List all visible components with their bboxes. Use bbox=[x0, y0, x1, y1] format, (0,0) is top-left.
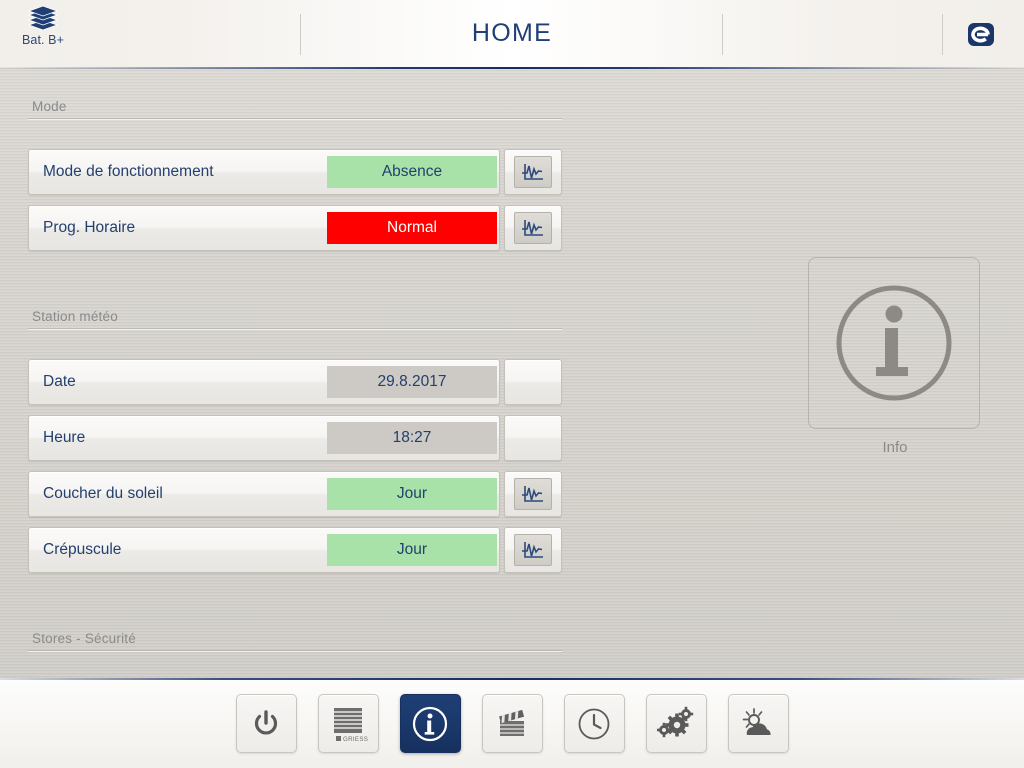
row-chart-cell bbox=[504, 415, 562, 461]
row-chart-cell bbox=[504, 359, 562, 405]
gap-after-weather-title bbox=[28, 329, 562, 359]
table-row[interactable]: Date 29.8.2017 bbox=[28, 359, 562, 405]
row-label: Coucher du soleil bbox=[43, 485, 163, 502]
nav-power-button[interactable] bbox=[235, 694, 297, 753]
trend-chart-icon bbox=[522, 164, 543, 180]
svg-text:GRIESSER: GRIESSER bbox=[343, 736, 368, 743]
row-date[interactable]: Date 29.8.2017 bbox=[28, 359, 500, 405]
top-spacer bbox=[28, 69, 562, 99]
info-icon bbox=[412, 706, 448, 741]
e-logo-icon[interactable] bbox=[966, 21, 996, 48]
bottom-navigation-bar: GRIESSER bbox=[0, 678, 1024, 768]
gap-before-stores bbox=[28, 583, 562, 631]
row-chart-cell[interactable] bbox=[504, 149, 562, 195]
row-chart-cell[interactable] bbox=[504, 527, 562, 573]
info-tile-button[interactable] bbox=[808, 257, 980, 429]
row-prog-horaire[interactable]: Prog. Horaire Normal bbox=[28, 205, 500, 251]
table-row[interactable]: Mode de fonctionnement Absence bbox=[28, 149, 562, 195]
row-value: Jour bbox=[327, 478, 497, 510]
row-label: Prog. Horaire bbox=[43, 219, 136, 236]
gap-before-weather bbox=[28, 261, 562, 309]
section-title-stores-securite: Stores - Sécurité bbox=[28, 631, 562, 651]
row-value: 29.8.2017 bbox=[327, 366, 497, 398]
gap-after-stores-title bbox=[28, 651, 562, 678]
row-chart-cell[interactable] bbox=[504, 205, 562, 251]
clapperboard-icon bbox=[499, 709, 525, 736]
app-window: Bat. B+ HOME Mode Mode de fonctionnement… bbox=[0, 0, 1024, 768]
row-heure[interactable]: Heure 18:27 bbox=[28, 415, 500, 461]
row-coucher-du-soleil[interactable]: Coucher du soleil Jour bbox=[28, 471, 500, 517]
row-value: 18:27 bbox=[327, 422, 497, 454]
info-tile-label: Info bbox=[882, 439, 908, 456]
power-icon bbox=[254, 709, 278, 735]
row-crepuscule[interactable]: Crépuscule Jour bbox=[28, 527, 500, 573]
trend-chart-button[interactable] bbox=[514, 212, 552, 244]
page-title: HOME bbox=[471, 19, 553, 47]
settings-list: Mode Mode de fonctionnement Absence Prog… bbox=[28, 69, 562, 678]
main-content: Mode Mode de fonctionnement Absence Prog… bbox=[0, 69, 1024, 678]
table-row[interactable]: Crépuscule Jour bbox=[28, 527, 562, 573]
info-tile-container: Info bbox=[808, 257, 982, 456]
trend-chart-icon bbox=[522, 542, 543, 558]
info-circle-icon bbox=[836, 285, 952, 401]
trend-chart-button[interactable] bbox=[514, 478, 552, 510]
trend-chart-button[interactable] bbox=[514, 156, 552, 188]
table-row[interactable]: Heure 18:27 bbox=[28, 415, 562, 461]
app-header: Bat. B+ HOME bbox=[0, 0, 1024, 69]
gears-icon bbox=[657, 706, 694, 737]
trend-chart-icon bbox=[522, 486, 543, 502]
row-value: Normal bbox=[327, 212, 497, 244]
row-mode-de-fonctionnement[interactable]: Mode de fonctionnement Absence bbox=[28, 149, 500, 195]
nav-scenes-button[interactable] bbox=[481, 694, 543, 753]
trend-chart-button[interactable] bbox=[514, 534, 552, 566]
row-label: Mode de fonctionnement bbox=[43, 163, 214, 180]
row-value: Jour bbox=[327, 534, 497, 566]
gap-after-mode-title bbox=[28, 119, 562, 149]
nav-settings-button[interactable] bbox=[645, 694, 707, 753]
row-label: Date bbox=[43, 373, 76, 390]
nav-weather-button[interactable] bbox=[727, 694, 789, 753]
trend-chart-icon bbox=[522, 220, 543, 236]
section-title-station-meteo: Station météo bbox=[28, 309, 562, 329]
table-row[interactable]: Prog. Horaire Normal bbox=[28, 205, 562, 251]
blinds-icon: GRIESSER bbox=[334, 707, 368, 743]
section-title-mode: Mode bbox=[28, 99, 562, 119]
row-chart-cell[interactable] bbox=[504, 471, 562, 517]
row-value: Absence bbox=[327, 156, 497, 188]
clock-icon bbox=[578, 708, 610, 739]
table-row[interactable]: Coucher du soleil Jour bbox=[28, 471, 562, 517]
row-label: Crépuscule bbox=[43, 541, 122, 558]
nav-blinds-button[interactable]: GRIESSER bbox=[317, 694, 379, 753]
row-label: Heure bbox=[43, 429, 86, 446]
nav-info-button[interactable] bbox=[399, 694, 461, 753]
weather-sun-cloud-icon bbox=[742, 707, 771, 735]
nav-clock-button[interactable] bbox=[563, 694, 625, 753]
